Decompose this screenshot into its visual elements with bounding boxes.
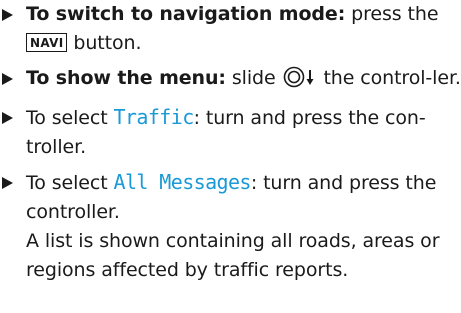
step-show-menu: To show the menu: slide the control-ler. [0, 64, 461, 97]
step-lead: To show the menu: [26, 67, 226, 89]
step-lead: To switch to navigation mode: [26, 3, 346, 25]
step-arrow-icon [2, 0, 18, 29]
step-text: To select [26, 172, 114, 194]
step-arrow-icon [2, 168, 18, 197]
step-arrow-icon [2, 64, 18, 93]
step-select-traffic: To select Traffic: turn and press the co… [0, 103, 461, 162]
controller-slide-down-icon [283, 66, 317, 97]
menu-item-all-messages: All Messages [113, 170, 252, 194]
step-arrow-icon [2, 103, 18, 132]
step-switch-navigation: To switch to navigation mode: press the … [0, 0, 461, 58]
navi-key-label: NAVI [26, 33, 68, 52]
step-select-all-messages: To select All Messages: turn and press t… [0, 168, 461, 285]
step-result-text: A list is shown containing all roads, ar… [26, 230, 440, 281]
step-text: slide [225, 67, 282, 89]
menu-item-traffic: Traffic [113, 105, 195, 129]
step-text: press the [345, 3, 439, 25]
instruction-list: To switch to navigation mode: press the … [0, 0, 461, 285]
step-text: To select [26, 107, 114, 129]
step-text: button. [67, 32, 142, 54]
step-text: the control-ler. [317, 67, 461, 89]
